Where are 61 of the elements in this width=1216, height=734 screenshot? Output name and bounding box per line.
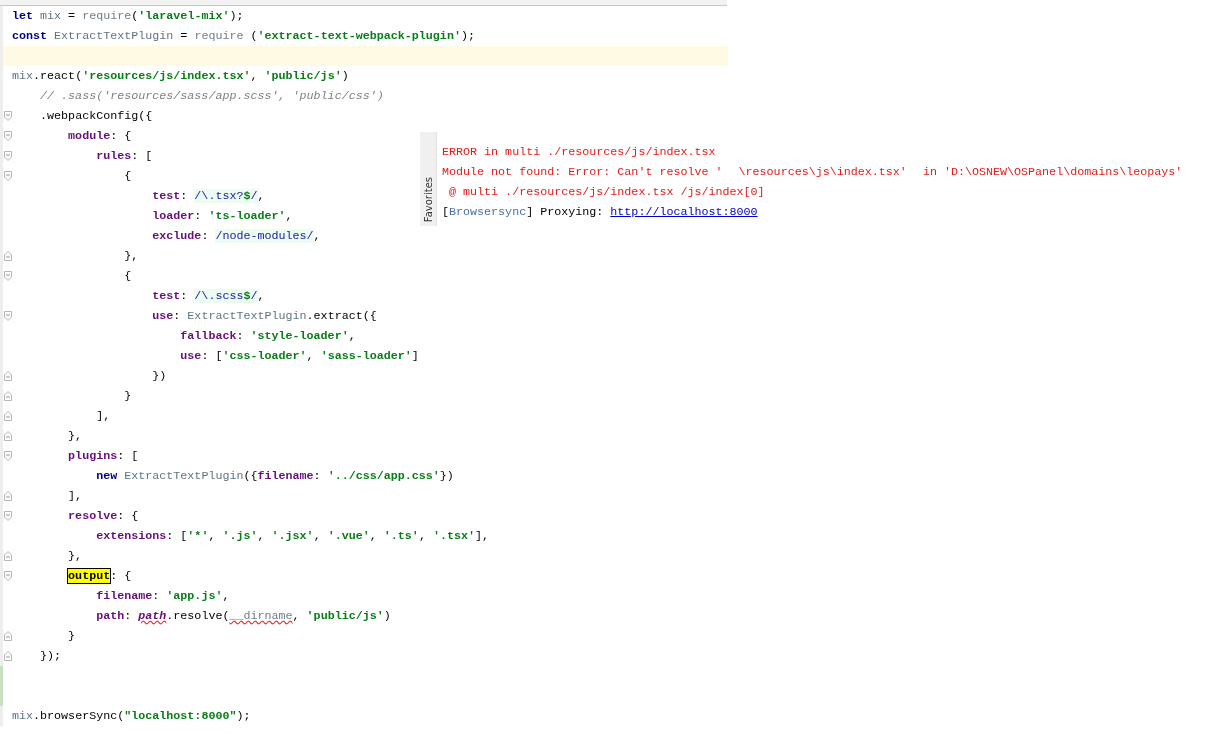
- fold-icon[interactable]: [3, 651, 12, 661]
- code-line: new ExtractTextPlugin({filename: '../css/app.css'}): [95, 468, 454, 485]
- fold-icon[interactable]: [3, 431, 12, 441]
- code-line: },: [123, 248, 139, 265]
- code-line: filename: 'app.js',: [95, 588, 230, 605]
- fold-icon[interactable]: [3, 151, 12, 161]
- fold-icon[interactable]: [3, 631, 12, 641]
- code-line: {: [123, 168, 132, 185]
- code-line: });: [39, 648, 62, 665]
- code-line: }: [67, 628, 76, 645]
- fold-icon[interactable]: [3, 511, 12, 521]
- code-line: use: ['css-loader', 'sass-loader']: [179, 348, 419, 365]
- console-text: ] Proxying:: [526, 205, 604, 219]
- link[interactable]: http://localhost:8000: [610, 205, 758, 219]
- code-line: module: {: [67, 128, 132, 145]
- code-line: },: [67, 428, 83, 445]
- fold-icon[interactable]: [3, 111, 12, 121]
- console-text: Browsersync: [449, 205, 527, 219]
- error-text: Module not found: Error: Can't resolve ': [442, 165, 723, 179]
- code-line: .webpackConfig({: [39, 108, 153, 125]
- fold-icon[interactable]: [3, 311, 12, 321]
- code-line: plugins: [: [67, 448, 139, 465]
- fold-icon[interactable]: [3, 411, 12, 421]
- code-line: mix.browserSync("localhost:8000");: [12, 708, 251, 725]
- code-line: fallback: 'style-loader',: [179, 328, 356, 345]
- error-text: @ multi ./resources/js/index.tsx /js/index[0]: [448, 185, 765, 199]
- code-line: // .sass('resources/sass/app.scss', 'public/css'): [39, 88, 384, 105]
- code-line: loader: 'ts-loader',: [151, 208, 293, 225]
- code-line: }: [123, 388, 132, 405]
- fold-icon[interactable]: [3, 271, 12, 281]
- code-line: use: ExtractTextPlugin.extract({: [151, 308, 377, 325]
- code-line: mix.react('resources/js/index.tsx', 'public/js'): [12, 68, 349, 85]
- code-line: ],: [67, 488, 83, 505]
- fold-icon[interactable]: [3, 391, 12, 401]
- code-line: {: [123, 268, 132, 285]
- error-text: ERROR in multi ./resources/js/index.tsx: [442, 145, 716, 159]
- fold-icon[interactable]: [3, 571, 12, 581]
- code-line: rules: [: [95, 148, 153, 165]
- code-line: let mix = require('laravel-mix');: [12, 8, 244, 25]
- code-line: test: /\.tsx?$/,: [151, 188, 265, 205]
- fold-icon[interactable]: [3, 551, 12, 561]
- code-line: output: {: [67, 568, 132, 585]
- code-line: exclude: /node-modules/,: [151, 228, 321, 245]
- fold-icon[interactable]: [3, 251, 12, 261]
- code-line: test: /\.scss$/,: [151, 288, 265, 305]
- fold-icon[interactable]: [3, 171, 12, 181]
- fold-icon[interactable]: [3, 491, 12, 501]
- code-line: path: path.resolve(__dirname, 'public/js'): [95, 608, 391, 625]
- code-line: ],: [95, 408, 111, 425]
- fold-icon[interactable]: [3, 451, 12, 461]
- code-line: },: [67, 548, 83, 565]
- error-text: in 'D:\OSNEW\OSPanel\domains\leopays': [922, 165, 1183, 179]
- error-text: \resources\js\index.tsx': [738, 165, 907, 179]
- fold-icon[interactable]: [3, 131, 12, 141]
- code-line: resolve: {: [67, 508, 139, 525]
- console-text: [: [442, 205, 449, 219]
- fold-icon[interactable]: [3, 371, 12, 381]
- code-line: extensions: ['*', '.js', '.jsx', '.vue', '.ts', '.tsx'],: [95, 528, 490, 545]
- code-line: }): [151, 368, 167, 385]
- favorites-tab[interactable]: Favorites: [420, 132, 437, 226]
- code-line: const ExtractTextPlugin = require ('extract-text-webpack-plugin');: [12, 28, 475, 45]
